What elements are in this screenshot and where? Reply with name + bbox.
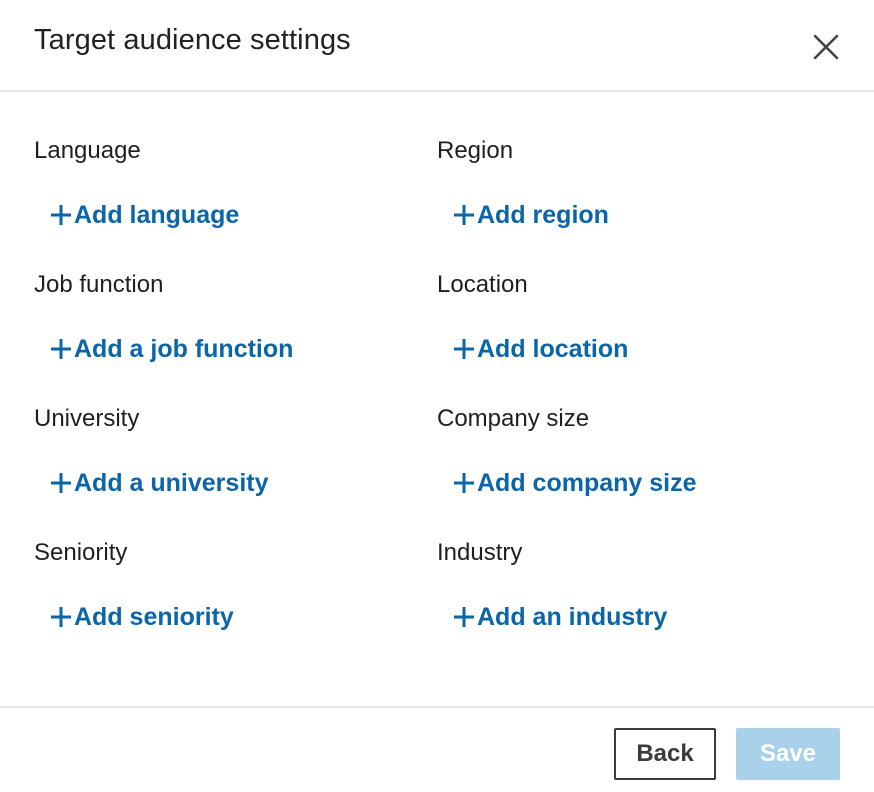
plus-icon — [454, 473, 474, 493]
add-company-size-label: Add company size — [477, 469, 697, 497]
add-company-size-button[interactable]: Add company size — [453, 468, 697, 498]
dialog-title: Target audience settings — [34, 24, 351, 56]
add-job-function-label: Add a job function — [74, 335, 294, 363]
plus-icon — [454, 339, 474, 359]
dialog-header: Target audience settings — [0, 0, 874, 92]
region-field: Region Add region — [437, 136, 609, 230]
back-button[interactable]: Back — [614, 728, 716, 780]
add-region-button[interactable]: Add region — [453, 200, 609, 230]
add-university-label: Add a university — [74, 469, 269, 497]
close-button[interactable] — [805, 26, 847, 68]
dialog-body: Language Add language Region Add region — [0, 92, 874, 706]
add-location-label: Add location — [477, 335, 629, 363]
location-label: Location — [437, 271, 528, 298]
plus-icon — [51, 205, 71, 225]
language-field: Language Add language — [34, 136, 239, 230]
university-field: University Add a university — [34, 404, 269, 498]
plus-icon — [51, 339, 71, 359]
industry-field: Industry Add an industry — [437, 538, 667, 632]
add-location-button[interactable]: Add location — [453, 334, 628, 364]
company-size-field: Company size Add company size — [437, 404, 697, 498]
region-label: Region — [437, 137, 514, 164]
add-region-label: Add region — [477, 201, 609, 229]
plus-icon — [51, 607, 71, 627]
location-field: Location Add location — [437, 270, 628, 364]
dialog-footer: Back Save — [0, 706, 874, 792]
add-language-label: Add language — [74, 201, 240, 229]
add-job-function-button[interactable]: Add a job function — [50, 334, 293, 364]
university-label: University — [34, 405, 140, 432]
plus-icon — [51, 473, 71, 493]
add-university-button[interactable]: Add a university — [50, 468, 269, 498]
job-function-label: Job function — [34, 271, 164, 298]
company-size-label: Company size — [437, 405, 590, 432]
seniority-field: Seniority Add seniority — [34, 538, 234, 632]
seniority-label: Seniority — [34, 539, 128, 566]
add-seniority-label: Add seniority — [74, 603, 234, 631]
language-label: Language — [34, 137, 141, 164]
target-audience-dialog: Target audience settings Language Add la… — [0, 0, 874, 792]
plus-icon — [454, 607, 474, 627]
close-icon — [813, 34, 839, 60]
plus-icon — [454, 205, 474, 225]
industry-label: Industry — [437, 539, 523, 566]
add-language-button[interactable]: Add language — [50, 200, 239, 230]
add-seniority-button[interactable]: Add seniority — [50, 602, 234, 632]
save-button[interactable]: Save — [736, 728, 840, 780]
add-industry-label: Add an industry — [477, 603, 668, 631]
add-industry-button[interactable]: Add an industry — [453, 602, 667, 632]
job-function-field: Job function Add a job function — [34, 270, 293, 364]
